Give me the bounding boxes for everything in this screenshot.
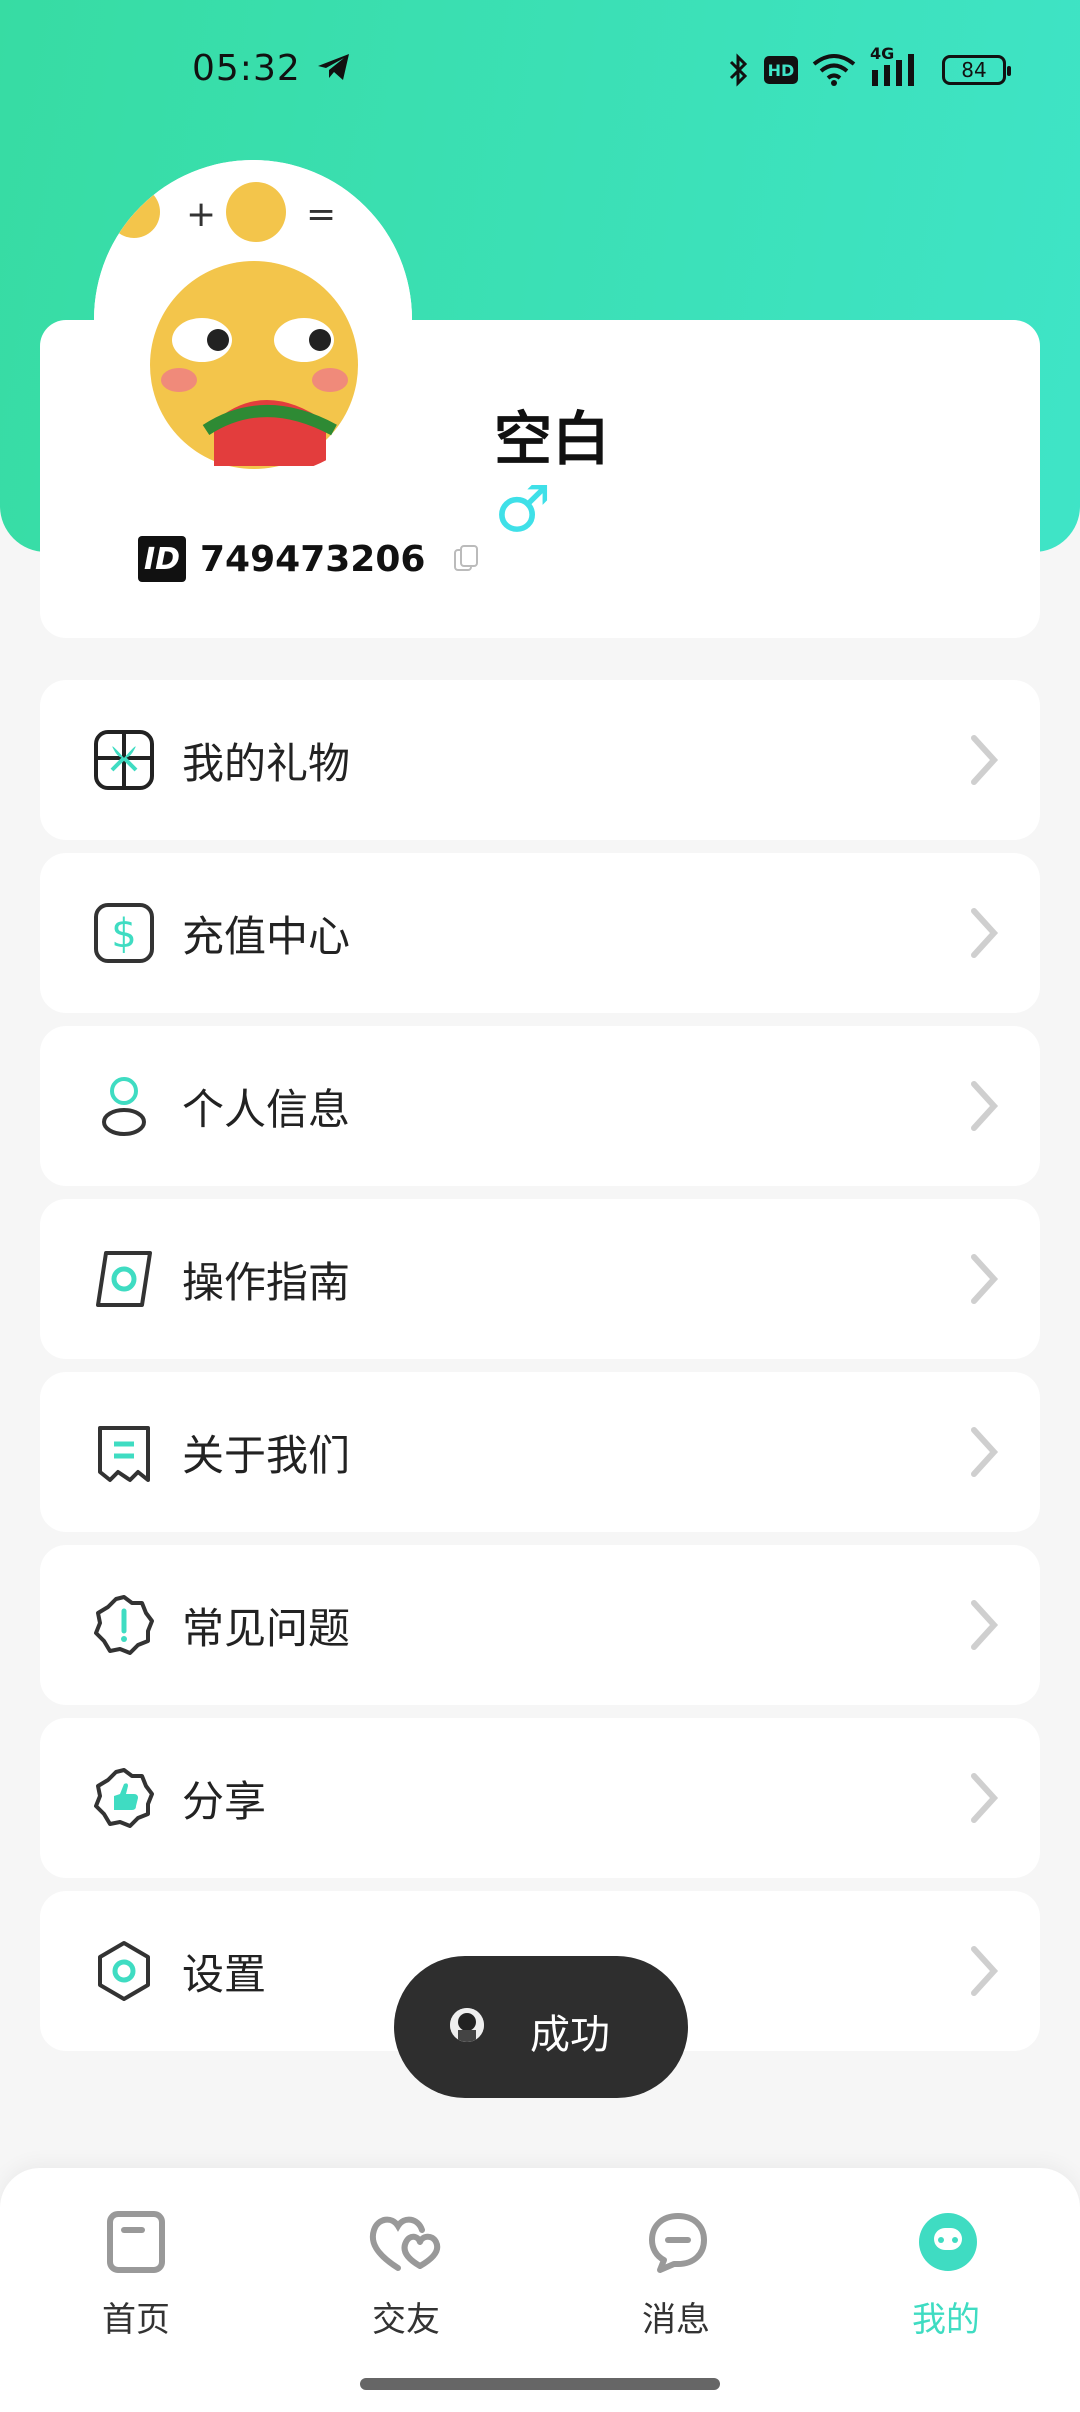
recharge-icon: $ [94,903,154,963]
battery-icon: 84 [942,55,1011,85]
telegram-icon [318,54,349,80]
chevron-right-icon [971,1600,999,1650]
tab-label: 消息 [642,2300,710,2340]
battery-level: 84 [961,58,987,82]
chevron-right-icon [971,1081,999,1131]
avatar-image: + = [94,160,412,478]
message-icon [649,2213,707,2273]
svg-text:=: = [306,194,336,235]
menu-item-label: 个人信息 [182,1084,351,1134]
copy-icon[interactable] [453,544,479,574]
menu-item-label: 操作指南 [182,1257,351,1307]
toast-app-icon [450,2008,484,2042]
menu-item-gifts[interactable]: 我的礼物 [40,680,1040,840]
menu-item-guide[interactable]: 操作指南 [40,1199,1040,1359]
profile-face-icon [919,2213,977,2271]
bluetooth-icon [729,53,748,87]
chevron-right-icon [971,1254,999,1304]
chevron-right-icon [971,1773,999,1823]
toast-message: 成功 [530,2012,610,2058]
wifi-icon [812,54,856,86]
chevron-right-icon [971,735,999,785]
menu-item-label: 分享 [182,1776,267,1826]
success-toast: 成功 [394,1956,688,2098]
tab-label: 我的 [912,2300,980,2340]
menu-item-recharge[interactable]: $ 充值中心 [40,853,1040,1013]
menu-item-label: 我的礼物 [182,738,351,788]
menu-item-faq[interactable]: 常见问题 [40,1545,1040,1705]
about-icon [98,1426,150,1482]
svg-text:+: + [186,194,216,235]
menu-item-personal-info[interactable]: 个人信息 [40,1026,1040,1186]
nickname: 空白 [494,405,611,473]
chevron-right-icon [971,1427,999,1477]
gender-male-icon: ♂ [494,473,552,547]
menu-item-about[interactable]: 关于我们 [40,1372,1040,1532]
home-icon [107,2211,165,2273]
tab-home[interactable]: 首页 [56,2210,216,2350]
user-id: 749473206 [200,538,426,580]
cellular-signal: 4G [870,44,922,88]
status-time: 05:32 [192,48,301,89]
tab-label: 首页 [102,2300,170,2340]
bottom-tab-bar: 首页 交友 消息 我的 [0,2168,1080,2412]
id-badge: ID [138,536,186,582]
menu-item-share[interactable]: 分享 [40,1718,1040,1878]
gift-icon [94,730,154,790]
signal-icon [872,54,914,86]
tab-me[interactable]: 我的 [866,2210,1026,2350]
chevron-right-icon [971,908,999,958]
user-id-row: ID 749473206 [138,536,479,582]
menu-item-label: 设置 [182,1949,267,1999]
tab-messages[interactable]: 消息 [596,2210,756,2350]
status-bar: 05:32 HD 4G 84 [0,0,1080,140]
tab-friends[interactable]: 交友 [326,2210,486,2350]
svg-text:$: $ [111,911,136,957]
menu-item-label: 关于我们 [182,1430,351,1480]
menu-item-label: 常见问题 [182,1603,351,1653]
person-icon [102,1077,146,1136]
chevron-right-icon [971,1946,999,1996]
menu-item-label: 充值中心 [182,911,351,961]
tab-label: 交友 [372,2300,440,2340]
settings-icon [98,1941,150,2001]
hd-badge: HD [764,56,798,84]
guide-icon [96,1251,152,1307]
home-indicator[interactable] [360,2378,720,2390]
share-icon [94,1768,154,1828]
avatar[interactable]: + = [94,160,412,478]
hearts-icon [369,2216,441,2271]
faq-icon [94,1595,154,1655]
